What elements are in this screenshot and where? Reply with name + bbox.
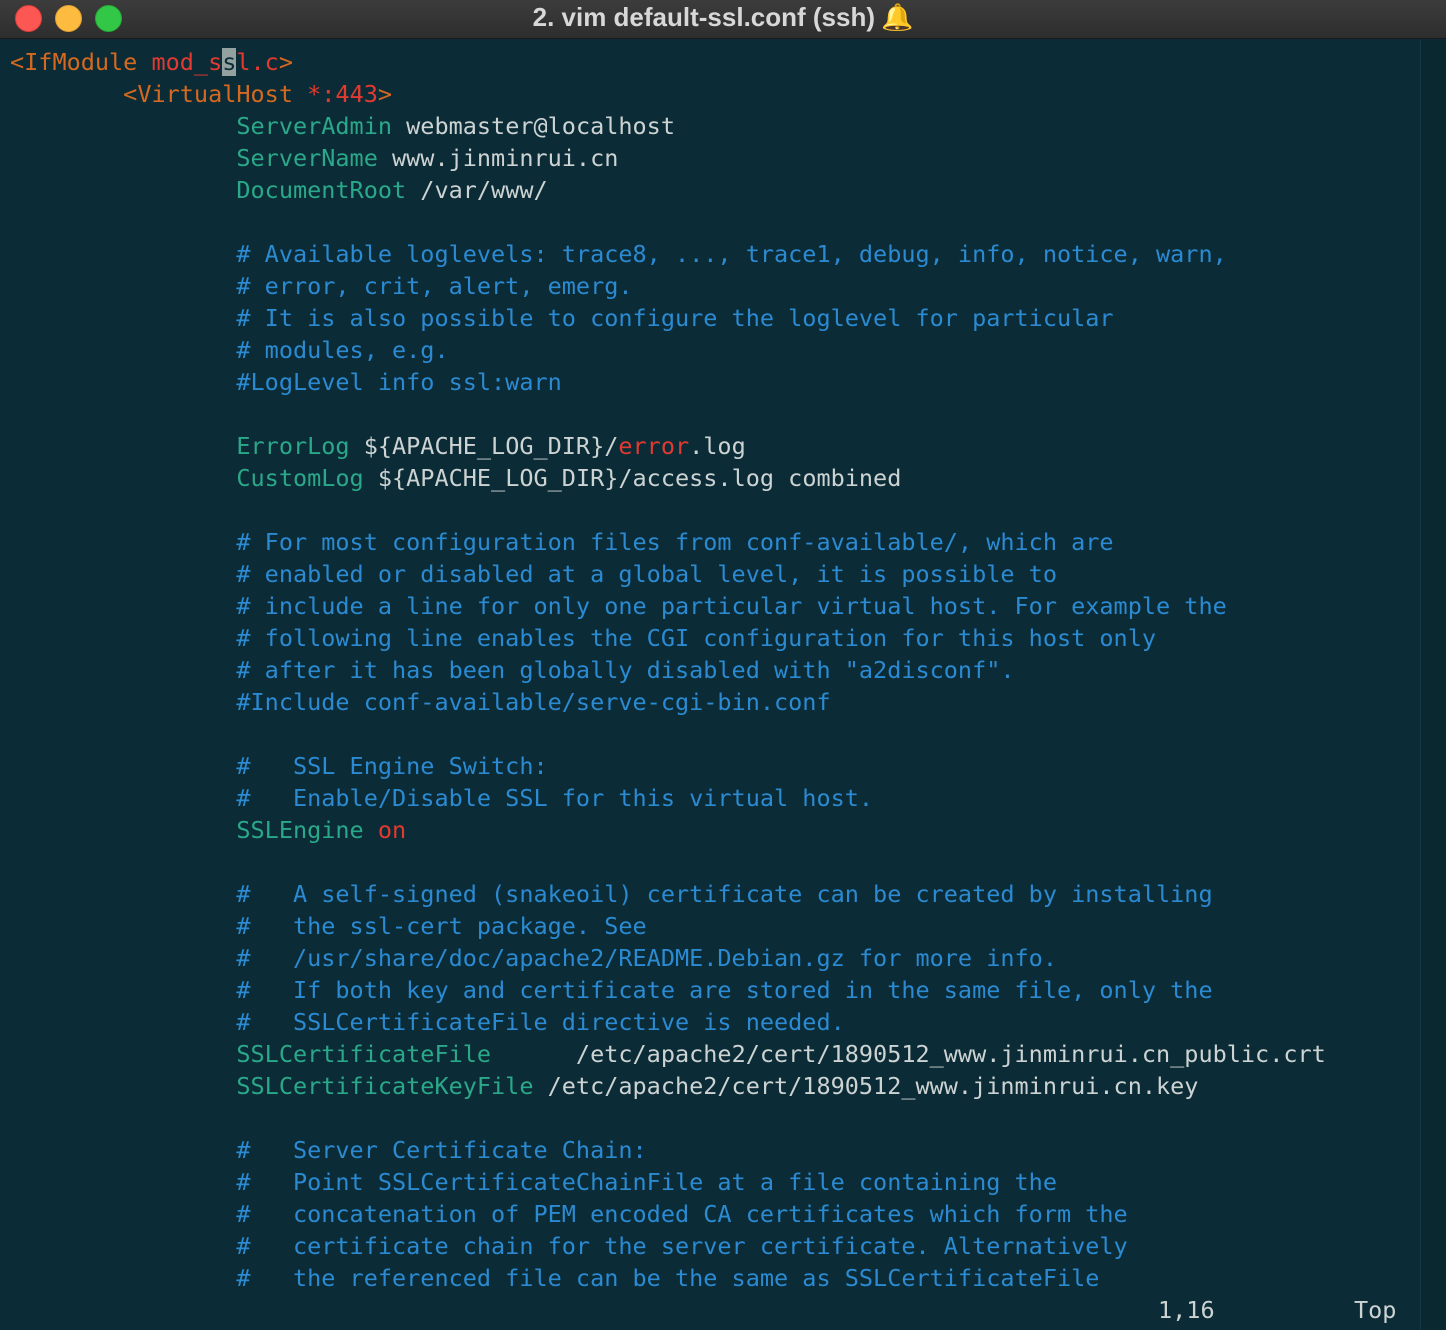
code-token: # the referenced file can be the same as… bbox=[10, 1264, 1100, 1292]
code-line[interactable]: #LogLevel info ssl:warn bbox=[10, 366, 562, 398]
code-line[interactable]: #Include conf-available/serve-cgi-bin.co… bbox=[10, 686, 831, 718]
terminal-window: 2. vim default-ssl.conf (ssh) 🔔 <IfModule… bbox=[0, 0, 1446, 1330]
code-token: SSLCertificateFile bbox=[10, 1040, 492, 1068]
code-line[interactable]: SSLEngine on bbox=[10, 814, 406, 846]
code-token: # If both key and certificate are stored… bbox=[10, 976, 1213, 1004]
code-token: # after it has been globally disabled wi… bbox=[10, 656, 1015, 684]
code-token: l.c bbox=[236, 48, 279, 76]
code-line[interactable]: SSLCertificateFile /etc/apache2/cert/189… bbox=[10, 1038, 1326, 1070]
code-token: #Include conf-available/serve-cgi-bin.co… bbox=[10, 688, 831, 716]
code-line[interactable]: ServerAdmin webmaster@localhost bbox=[10, 110, 675, 142]
code-token: #LogLevel info ssl:warn bbox=[10, 368, 562, 396]
code-line[interactable]: DocumentRoot /var/www/ bbox=[10, 174, 548, 206]
bell-icon: 🔔 bbox=[881, 2, 914, 32]
code-line[interactable]: # the ssl-cert package. See bbox=[10, 910, 647, 942]
code-token: # error, crit, alert, emerg. bbox=[10, 272, 633, 300]
code-token: # For most configuration files from conf… bbox=[10, 528, 1114, 556]
code-line[interactable]: # If both key and certificate are stored… bbox=[10, 974, 1213, 1006]
code-line[interactable]: # certificate chain for the server certi… bbox=[10, 1230, 1128, 1262]
code-token: # SSLCertificateFile directive is needed… bbox=[10, 1008, 845, 1036]
code-line[interactable]: # modules, e.g. bbox=[10, 334, 449, 366]
scroll-indicator: Top bbox=[1354, 1296, 1397, 1324]
code-token: /etc/apache2/cert/1890512_www.jinminrui.… bbox=[491, 1040, 1326, 1068]
code-token: > bbox=[377, 80, 393, 108]
code-token: # Point SSLCertificateChainFile at a fil… bbox=[10, 1168, 1057, 1196]
code-token: error bbox=[618, 432, 690, 460]
code-token: # modules, e.g. bbox=[10, 336, 449, 364]
code-line[interactable]: # include a line for only one particular… bbox=[10, 590, 1227, 622]
code-line[interactable]: SSLCertificateKeyFile /etc/apache2/cert/… bbox=[10, 1070, 1198, 1102]
code-token: /etc/apache2/cert/1890512_www.jinminrui.… bbox=[533, 1072, 1199, 1100]
code-line[interactable]: ServerName www.jinminrui.cn bbox=[10, 142, 618, 174]
code-line[interactable]: # after it has been globally disabled wi… bbox=[10, 654, 1015, 686]
code-line[interactable]: <VirtualHost *:443> bbox=[10, 78, 392, 110]
title-bar[interactable]: 2. vim default-ssl.conf (ssh) 🔔 bbox=[0, 0, 1446, 39]
code-token: SSLCertificateKeyFile bbox=[10, 1072, 534, 1100]
code-token: # Server Certificate Chain: bbox=[10, 1136, 647, 1164]
code-token: # /usr/share/doc/apache2/README.Debian.g… bbox=[10, 944, 1057, 972]
code-line[interactable]: # Server Certificate Chain: bbox=[10, 1134, 647, 1166]
code-token: ServerName bbox=[10, 144, 378, 172]
code-token: webmaster@localhost bbox=[392, 112, 675, 140]
code-line[interactable]: # /usr/share/doc/apache2/README.Debian.g… bbox=[10, 942, 1057, 974]
code-token: on bbox=[377, 816, 407, 844]
code-line[interactable]: # It is also possible to configure the l… bbox=[10, 302, 1114, 334]
code-token: mod_s bbox=[151, 48, 223, 76]
code-token: # It is also possible to configure the l… bbox=[10, 304, 1114, 332]
vim-editor-buffer[interactable]: <IfModule mod_ssl.c> <VirtualHost *:443>… bbox=[0, 40, 1418, 1330]
code-token: ErrorLog bbox=[10, 432, 350, 460]
code-line[interactable]: # concatenation of PEM encoded CA certif… bbox=[10, 1198, 1128, 1230]
code-line[interactable]: # A self-signed (snakeoil) certificate c… bbox=[10, 878, 1213, 910]
code-line[interactable]: # SSL Engine Switch: bbox=[10, 750, 548, 782]
code-token: <IfModule bbox=[10, 48, 152, 76]
code-token: ${APACHE_LOG_DIR}/access.log combined bbox=[363, 464, 902, 492]
code-line[interactable]: # For most configuration files from conf… bbox=[10, 526, 1114, 558]
code-line[interactable]: ErrorLog ${APACHE_LOG_DIR}/error.log bbox=[10, 430, 746, 462]
code-token: ServerAdmin bbox=[10, 112, 393, 140]
code-token: www.jinminrui.cn bbox=[377, 144, 619, 172]
code-token: # certificate chain for the server certi… bbox=[10, 1232, 1128, 1260]
code-token: DocumentRoot bbox=[10, 176, 407, 204]
code-token: # enabled or disabled at a global level,… bbox=[10, 560, 1057, 588]
window-title: 2. vim default-ssl.conf (ssh) 🔔 bbox=[0, 0, 1446, 36]
code-line[interactable]: # Available loglevels: trace8, ..., trac… bbox=[10, 238, 1227, 270]
code-token: <VirtualHost bbox=[10, 80, 308, 108]
code-line[interactable]: # Point SSLCertificateChainFile at a fil… bbox=[10, 1166, 1057, 1198]
code-line[interactable]: # Enable/Disable SSL for this virtual ho… bbox=[10, 782, 873, 814]
code-token: # Available loglevels: trace8, ..., trac… bbox=[10, 240, 1227, 268]
code-token: s bbox=[222, 48, 237, 76]
code-token: # A self-signed (snakeoil) certificate c… bbox=[10, 880, 1213, 908]
code-token: .log bbox=[689, 432, 746, 460]
code-line[interactable]: # following line enables the CGI configu… bbox=[10, 622, 1156, 654]
scrollbar[interactable] bbox=[1420, 40, 1446, 1330]
code-line[interactable]: # error, crit, alert, emerg. bbox=[10, 270, 633, 302]
code-token: CustomLog bbox=[10, 464, 364, 492]
code-token: # include a line for only one particular… bbox=[10, 592, 1227, 620]
code-token: :443 bbox=[321, 80, 378, 108]
code-line[interactable]: CustomLog ${APACHE_LOG_DIR}/access.log c… bbox=[10, 462, 901, 494]
code-token: > bbox=[278, 48, 293, 76]
code-token: # concatenation of PEM encoded CA certif… bbox=[10, 1200, 1128, 1228]
code-token: # following line enables the CGI configu… bbox=[10, 624, 1157, 652]
code-token: /var/www/ bbox=[406, 176, 548, 204]
code-line[interactable]: # SSLCertificateFile directive is needed… bbox=[10, 1006, 845, 1038]
code-token: # SSL Engine Switch: bbox=[10, 752, 548, 780]
code-token: SSLEngine bbox=[10, 816, 364, 844]
cursor-position: 1,16 bbox=[1158, 1296, 1215, 1324]
window-title-text: 2. vim default-ssl.conf (ssh) bbox=[532, 2, 876, 32]
code-token: # Enable/Disable SSL for this virtual ho… bbox=[10, 784, 874, 812]
code-token: ${APACHE_LOG_DIR}/ bbox=[349, 432, 619, 460]
code-line[interactable]: # enabled or disabled at a global level,… bbox=[10, 558, 1057, 590]
code-line[interactable]: # the referenced file can be the same as… bbox=[10, 1262, 1099, 1294]
code-token: # the ssl-cert package. See bbox=[10, 912, 647, 940]
code-token: * bbox=[307, 80, 322, 108]
code-line[interactable]: <IfModule mod_ssl.c> bbox=[10, 46, 293, 78]
